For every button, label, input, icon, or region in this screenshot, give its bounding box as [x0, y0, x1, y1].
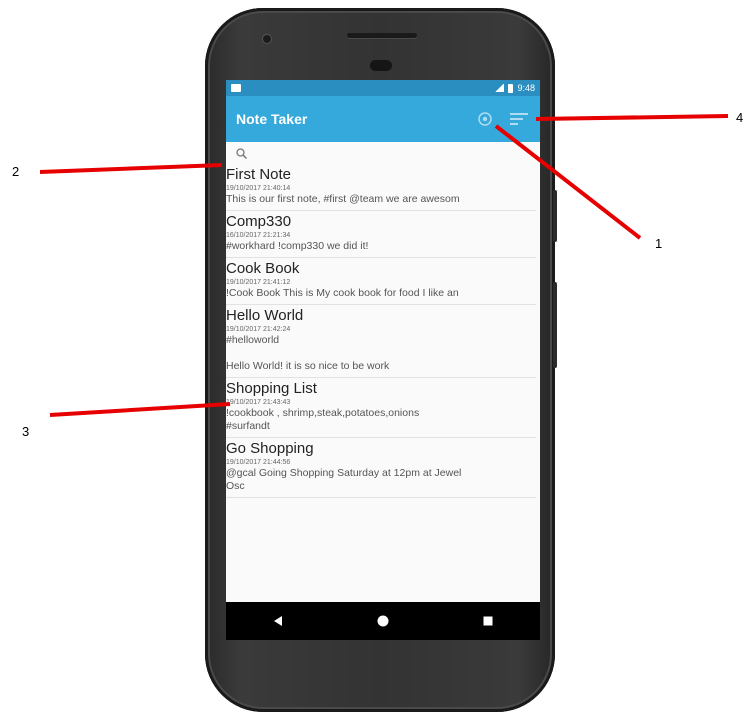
status-icons: 9:48: [494, 83, 535, 93]
note-date: 19/10/2017 21:42:24: [226, 326, 291, 333]
list-item[interactable]: Go Shopping 19/10/2017 21:44:56 @gcal Go…: [226, 438, 536, 498]
note-title: Hello World: [226, 307, 304, 324]
note-title: Cook Book: [226, 260, 300, 277]
proximity-sensor: [370, 60, 392, 71]
volume-button: [553, 282, 557, 368]
list-item[interactable]: Comp330 16/10/2017 21:21:34 #workhard !c…: [226, 211, 536, 258]
status-time: 9:48: [517, 83, 535, 93]
arrow-2: [39, 163, 223, 174]
note-date: 19/10/2017 21:41:12: [226, 279, 291, 286]
recents-icon[interactable]: [481, 614, 495, 628]
settings-icon[interactable]: [474, 108, 496, 130]
back-icon[interactable]: [271, 614, 285, 628]
note-body: !cookbook , shrimp,steak,potatoes,onions…: [226, 407, 420, 432]
arrow-4: [535, 114, 729, 121]
list-item[interactable]: First Note 19/10/2017 21:40:14 This is o…: [226, 164, 536, 211]
search-icon: [236, 147, 247, 159]
navigation-bar: [226, 602, 540, 640]
figure: 9:48 Note Taker First Note 19/10/2017 21…: [0, 0, 748, 714]
list-item[interactable]: Shopping List 19/10/2017 21:43:43 !cookb…: [226, 378, 536, 438]
callout-2: 2: [12, 164, 20, 179]
note-body: !Cook Book This is My cook book for food…: [226, 287, 459, 299]
arrow-3: [49, 402, 231, 417]
status-bar: 9:48: [226, 80, 540, 96]
note-body: This is our first note, #first @team we …: [226, 193, 460, 205]
notification-icon: [231, 84, 241, 92]
note-body: #helloworld Hello World! it is so nice t…: [226, 334, 390, 372]
note-body: #workhard !comp330 we did it!: [226, 240, 369, 252]
battery-icon: [508, 83, 514, 93]
power-button: [553, 190, 557, 242]
callout-1: 1: [655, 236, 663, 251]
note-list: First Note 19/10/2017 21:40:14 This is o…: [226, 164, 540, 498]
earpiece-speaker: [347, 33, 417, 38]
note-date: 16/10/2017 21:21:34: [226, 232, 291, 239]
note-title: First Note: [226, 166, 292, 183]
note-title: Go Shopping: [226, 440, 314, 457]
note-body: @gcal Going Shopping Saturday at 12pm at…: [226, 467, 462, 492]
signal-icon: [494, 84, 505, 92]
callout-3: 3: [22, 424, 30, 439]
note-date: 19/10/2017 21:40:14: [226, 185, 291, 192]
note-title: Comp330: [226, 213, 292, 230]
phone-screen: 9:48 Note Taker First Note 19/10/2017 21…: [226, 80, 540, 640]
front-camera: [263, 35, 271, 43]
list-item[interactable]: Cook Book 19/10/2017 21:41:12 !Cook Book…: [226, 258, 536, 305]
note-date: 19/10/2017 21:43:43: [226, 399, 291, 406]
list-item[interactable]: Hello World 19/10/2017 21:42:24 #hellowo…: [226, 305, 536, 378]
app-bar: Note Taker: [226, 96, 540, 142]
app-title: Note Taker: [236, 111, 308, 127]
note-date: 19/10/2017 21:44:56: [226, 459, 291, 466]
callout-4: 4: [736, 110, 744, 125]
sort-icon[interactable]: [508, 108, 530, 130]
note-title: Shopping List: [226, 380, 317, 397]
home-icon[interactable]: [376, 614, 390, 628]
search-bar[interactable]: [226, 142, 540, 164]
